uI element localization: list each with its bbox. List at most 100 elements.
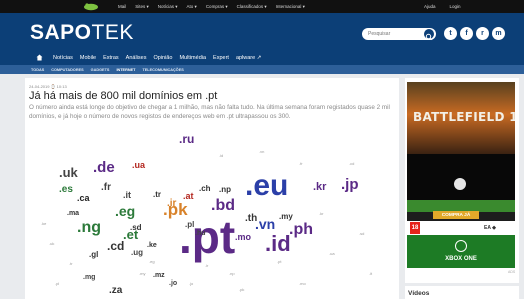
cloud-word: .it: [123, 190, 131, 200]
cloud-word: .ua: [132, 160, 146, 170]
cloud-word: .ca: [77, 193, 91, 203]
article-lead: O número ainda está longe do objetivo de…: [29, 104, 390, 120]
cloud-filler-word: .my: [139, 271, 145, 276]
nav-item-extras[interactable]: Extras: [103, 55, 119, 61]
top-right-links: Ajuda Login: [424, 0, 461, 13]
nav-item-noticias[interactable]: Notícias: [53, 55, 73, 61]
nav-item-analises[interactable]: Análises: [126, 55, 147, 61]
nav-item-mobile[interactable]: Mobile: [80, 55, 96, 61]
search-button[interactable]: [424, 29, 434, 41]
cloud-filler-word: .pl: [55, 281, 59, 286]
ad-console-image: [407, 154, 515, 200]
top-link-internacional[interactable]: Internacional ▾: [276, 4, 305, 10]
search-input[interactable]: [368, 29, 420, 39]
top-link-mail[interactable]: Mail: [118, 4, 126, 9]
cloud-filler-word: .vn: [259, 149, 264, 154]
cloud-filler-word: .sd: [359, 231, 364, 236]
ad-buy-button[interactable]: COMPRA JÁ: [433, 211, 479, 219]
xbox-button-icon: [454, 178, 466, 190]
videos-heading: Vídeos: [408, 290, 430, 297]
cloud-filler-word: .id: [219, 153, 223, 158]
twitter-icon[interactable]: t: [444, 27, 457, 40]
sapo-logo-icon[interactable]: [83, 2, 99, 11]
site-logo[interactable]: SAPOTEK: [30, 21, 134, 45]
cloud-word: .fr: [101, 182, 111, 193]
cloud-filler-word: .ir: [205, 263, 209, 268]
nav-items: Notícias Mobile Extras Análises Opinião …: [53, 50, 261, 65]
cloud-word: .ma: [67, 210, 79, 217]
cloud-filler-word: .ke: [41, 221, 47, 226]
mail-icon[interactable]: m: [492, 27, 505, 40]
ea-dice-logos: EA ◆: [484, 225, 496, 231]
battlefield-ad[interactable]: BATTLEFIELD 1 COMPRA JÁ 18 EA ◆ XBOX ONE: [407, 82, 515, 268]
cloud-filler-word: .tr: [69, 261, 73, 266]
cloud-word: .ug: [131, 248, 143, 257]
nav-item-multimedia[interactable]: Multimédia: [179, 55, 206, 61]
login-link[interactable]: Login: [450, 4, 461, 9]
domain-word-cloud[interactable]: .pt .eu .id .bd .pk .ng .jp .kr .ph .vn .th .mo .uk.…: [29, 132, 393, 299]
nav-item-expert[interactable]: Expert: [213, 55, 229, 61]
xbox-logo-icon: [455, 240, 467, 252]
cloud-word: .at: [183, 191, 194, 201]
top-bar: Mail Sites ▾ Notícias ▾ Ato ▾ Compras ▾ …: [0, 0, 524, 13]
ad-title: BATTLEFIELD 1: [413, 110, 515, 124]
article-card: 24-04-2019 ⌚ 10:13 Já há mais de 800 mil…: [25, 78, 399, 299]
cloud-word: .sd: [130, 223, 142, 232]
cloud-word: .pl: [185, 220, 194, 229]
cloud-word: .hu: [195, 230, 206, 237]
page: Mail Sites ▾ Notícias ▾ Ato ▾ Compras ▾ …: [0, 0, 524, 299]
subnav-computadores[interactable]: COMPUTADORES: [51, 68, 83, 72]
cloud-filler-word: .fr: [299, 161, 303, 166]
cloud-filler-word: .pt: [277, 259, 282, 264]
cloud-word: .ph: [289, 221, 313, 238]
cloud-word: .uk: [59, 165, 79, 180]
cloud-word: .mg: [83, 274, 95, 281]
top-link-classificados[interactable]: Classificados ▾: [237, 4, 267, 10]
search-box: [362, 28, 436, 41]
social-links: t f r m: [444, 27, 505, 40]
cloud-word: .ke: [147, 242, 157, 249]
videos-section: Vídeos: [405, 286, 519, 299]
home-icon[interactable]: [36, 54, 43, 61]
ad-note: ADS: [508, 270, 516, 274]
cloud-filler-word: .uk: [49, 241, 54, 246]
brand-light: TEK: [91, 21, 134, 44]
pegi-rating-icon: 18: [410, 222, 420, 234]
cloud-filler-word: .it: [369, 271, 373, 276]
nav-item-aplware[interactable]: aplware ↗: [236, 55, 261, 61]
top-links: Mail Sites ▾ Notícias ▾ Ato ▾ Compras ▾ …: [118, 0, 305, 13]
cloud-word: .np: [219, 185, 231, 194]
subnav-todas[interactable]: TODAS: [31, 68, 44, 72]
facebook-icon[interactable]: f: [460, 27, 473, 40]
article-meta: 24-04-2019 ⌚ 10:13: [29, 84, 67, 89]
subnav-telecomunicacoes[interactable]: TELECOMUNICAÇÕES: [142, 68, 183, 72]
cloud-filler-word: .eg: [149, 259, 155, 264]
subnav-gadgets[interactable]: GADGETS: [91, 68, 110, 72]
help-link[interactable]: Ajuda: [424, 4, 436, 9]
cloud-word: .th: [245, 213, 257, 224]
cloud-word: .za: [109, 285, 123, 296]
cloud-word: .mo: [235, 232, 252, 242]
cloud-word: .my: [279, 212, 293, 221]
ad-rating-strip: [407, 221, 515, 235]
top-link-noticias[interactable]: Notícias ▾: [158, 4, 178, 10]
top-link-compras[interactable]: Compras ▾: [206, 4, 228, 10]
site-header: SAPOTEK t f r m: [0, 13, 524, 50]
article-title[interactable]: Já há mais de 800 mil domínios em .pt: [29, 90, 217, 102]
cloud-word: .vn: [255, 216, 275, 232]
cloud-word: .jp: [341, 176, 359, 193]
cloud-word: .eg: [115, 203, 135, 219]
subnav-internet[interactable]: INTERNET: [116, 68, 135, 72]
cloud-filler-word: .ua: [329, 251, 335, 256]
nav-item-opiniao[interactable]: Opinião: [153, 55, 172, 61]
top-link-ato[interactable]: Ato ▾: [187, 4, 197, 10]
cloud-word: .id: [265, 231, 291, 256]
cloud-word: .de: [93, 159, 115, 176]
cloud-word: .eu: [245, 169, 288, 202]
top-link-sites[interactable]: Sites ▾: [135, 4, 149, 10]
cloud-word: .ng: [77, 219, 101, 236]
cloud-word: .tr: [153, 190, 161, 199]
cloud-word: .ch: [199, 184, 211, 193]
cloud-word: .ir: [167, 198, 177, 209]
rss-icon[interactable]: r: [476, 27, 489, 40]
